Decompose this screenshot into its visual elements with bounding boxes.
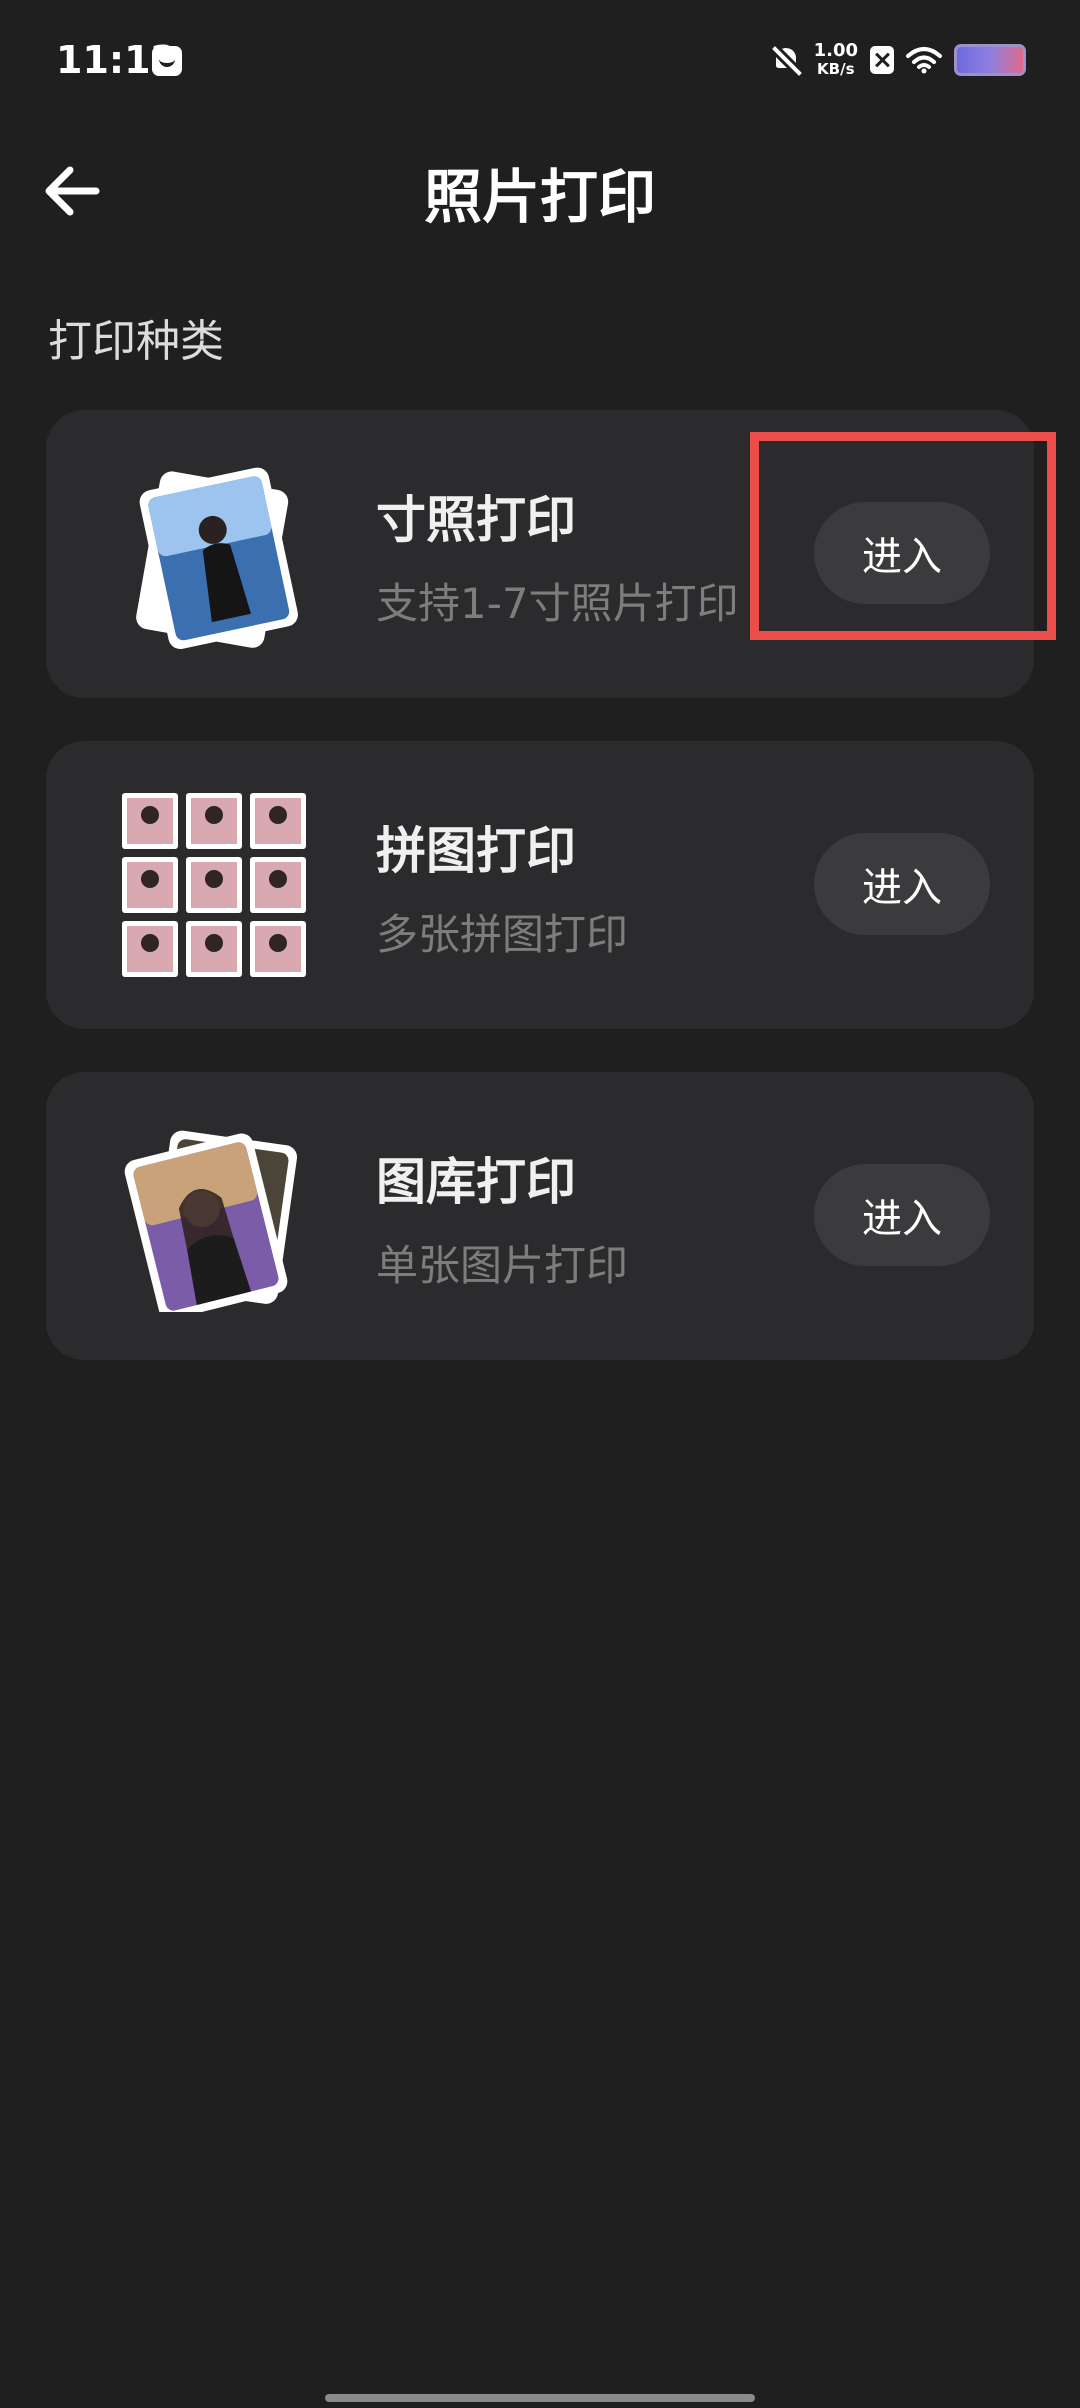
single-photo-thumbnail-icon (136, 467, 298, 650)
no-sim-icon (870, 46, 894, 74)
card-description: 支持1-7寸照片打印 (376, 579, 739, 628)
enter-button[interactable]: 进入 (814, 1164, 990, 1266)
highlight-box (750, 432, 1056, 640)
enter-button[interactable]: 进入 (814, 833, 990, 935)
network-speed-value: 1.00 (813, 40, 858, 61)
card-description: 单张图片打印 (376, 1241, 629, 1290)
card-title: 寸照打印 (376, 491, 576, 549)
home-indicator[interactable] (325, 2394, 755, 2402)
card-title: 拼图打印 (376, 822, 576, 880)
stacked-photos-thumbnail-icon (124, 1130, 298, 1312)
card-title: 图库打印 (376, 1153, 576, 1211)
status-icons: 1.00 KB/s (772, 40, 1026, 80)
status-bar: 11:12 1.00 KB/s (0, 0, 1080, 130)
silent-bell-icon (772, 44, 802, 76)
photo-grid-thumbnail-icon (122, 793, 306, 977)
print-type-card-collage[interactable]: 拼图打印 多张拼图打印 进入 (46, 741, 1034, 1029)
app-bar: 照片打印 (0, 130, 1080, 250)
battery-icon (954, 44, 1026, 76)
wifi-icon (906, 47, 942, 74)
section-title: 打印种类 (48, 316, 224, 367)
network-speed: 1.00 KB/s (813, 40, 858, 79)
page-title: 照片打印 (423, 163, 656, 231)
notification-bag-icon (152, 46, 182, 76)
card-description: 多张拼图打印 (376, 910, 629, 959)
network-speed-unit: KB/s (817, 60, 855, 78)
print-type-card-gallery[interactable]: 图库打印 单张图片打印 进入 (46, 1072, 1034, 1360)
